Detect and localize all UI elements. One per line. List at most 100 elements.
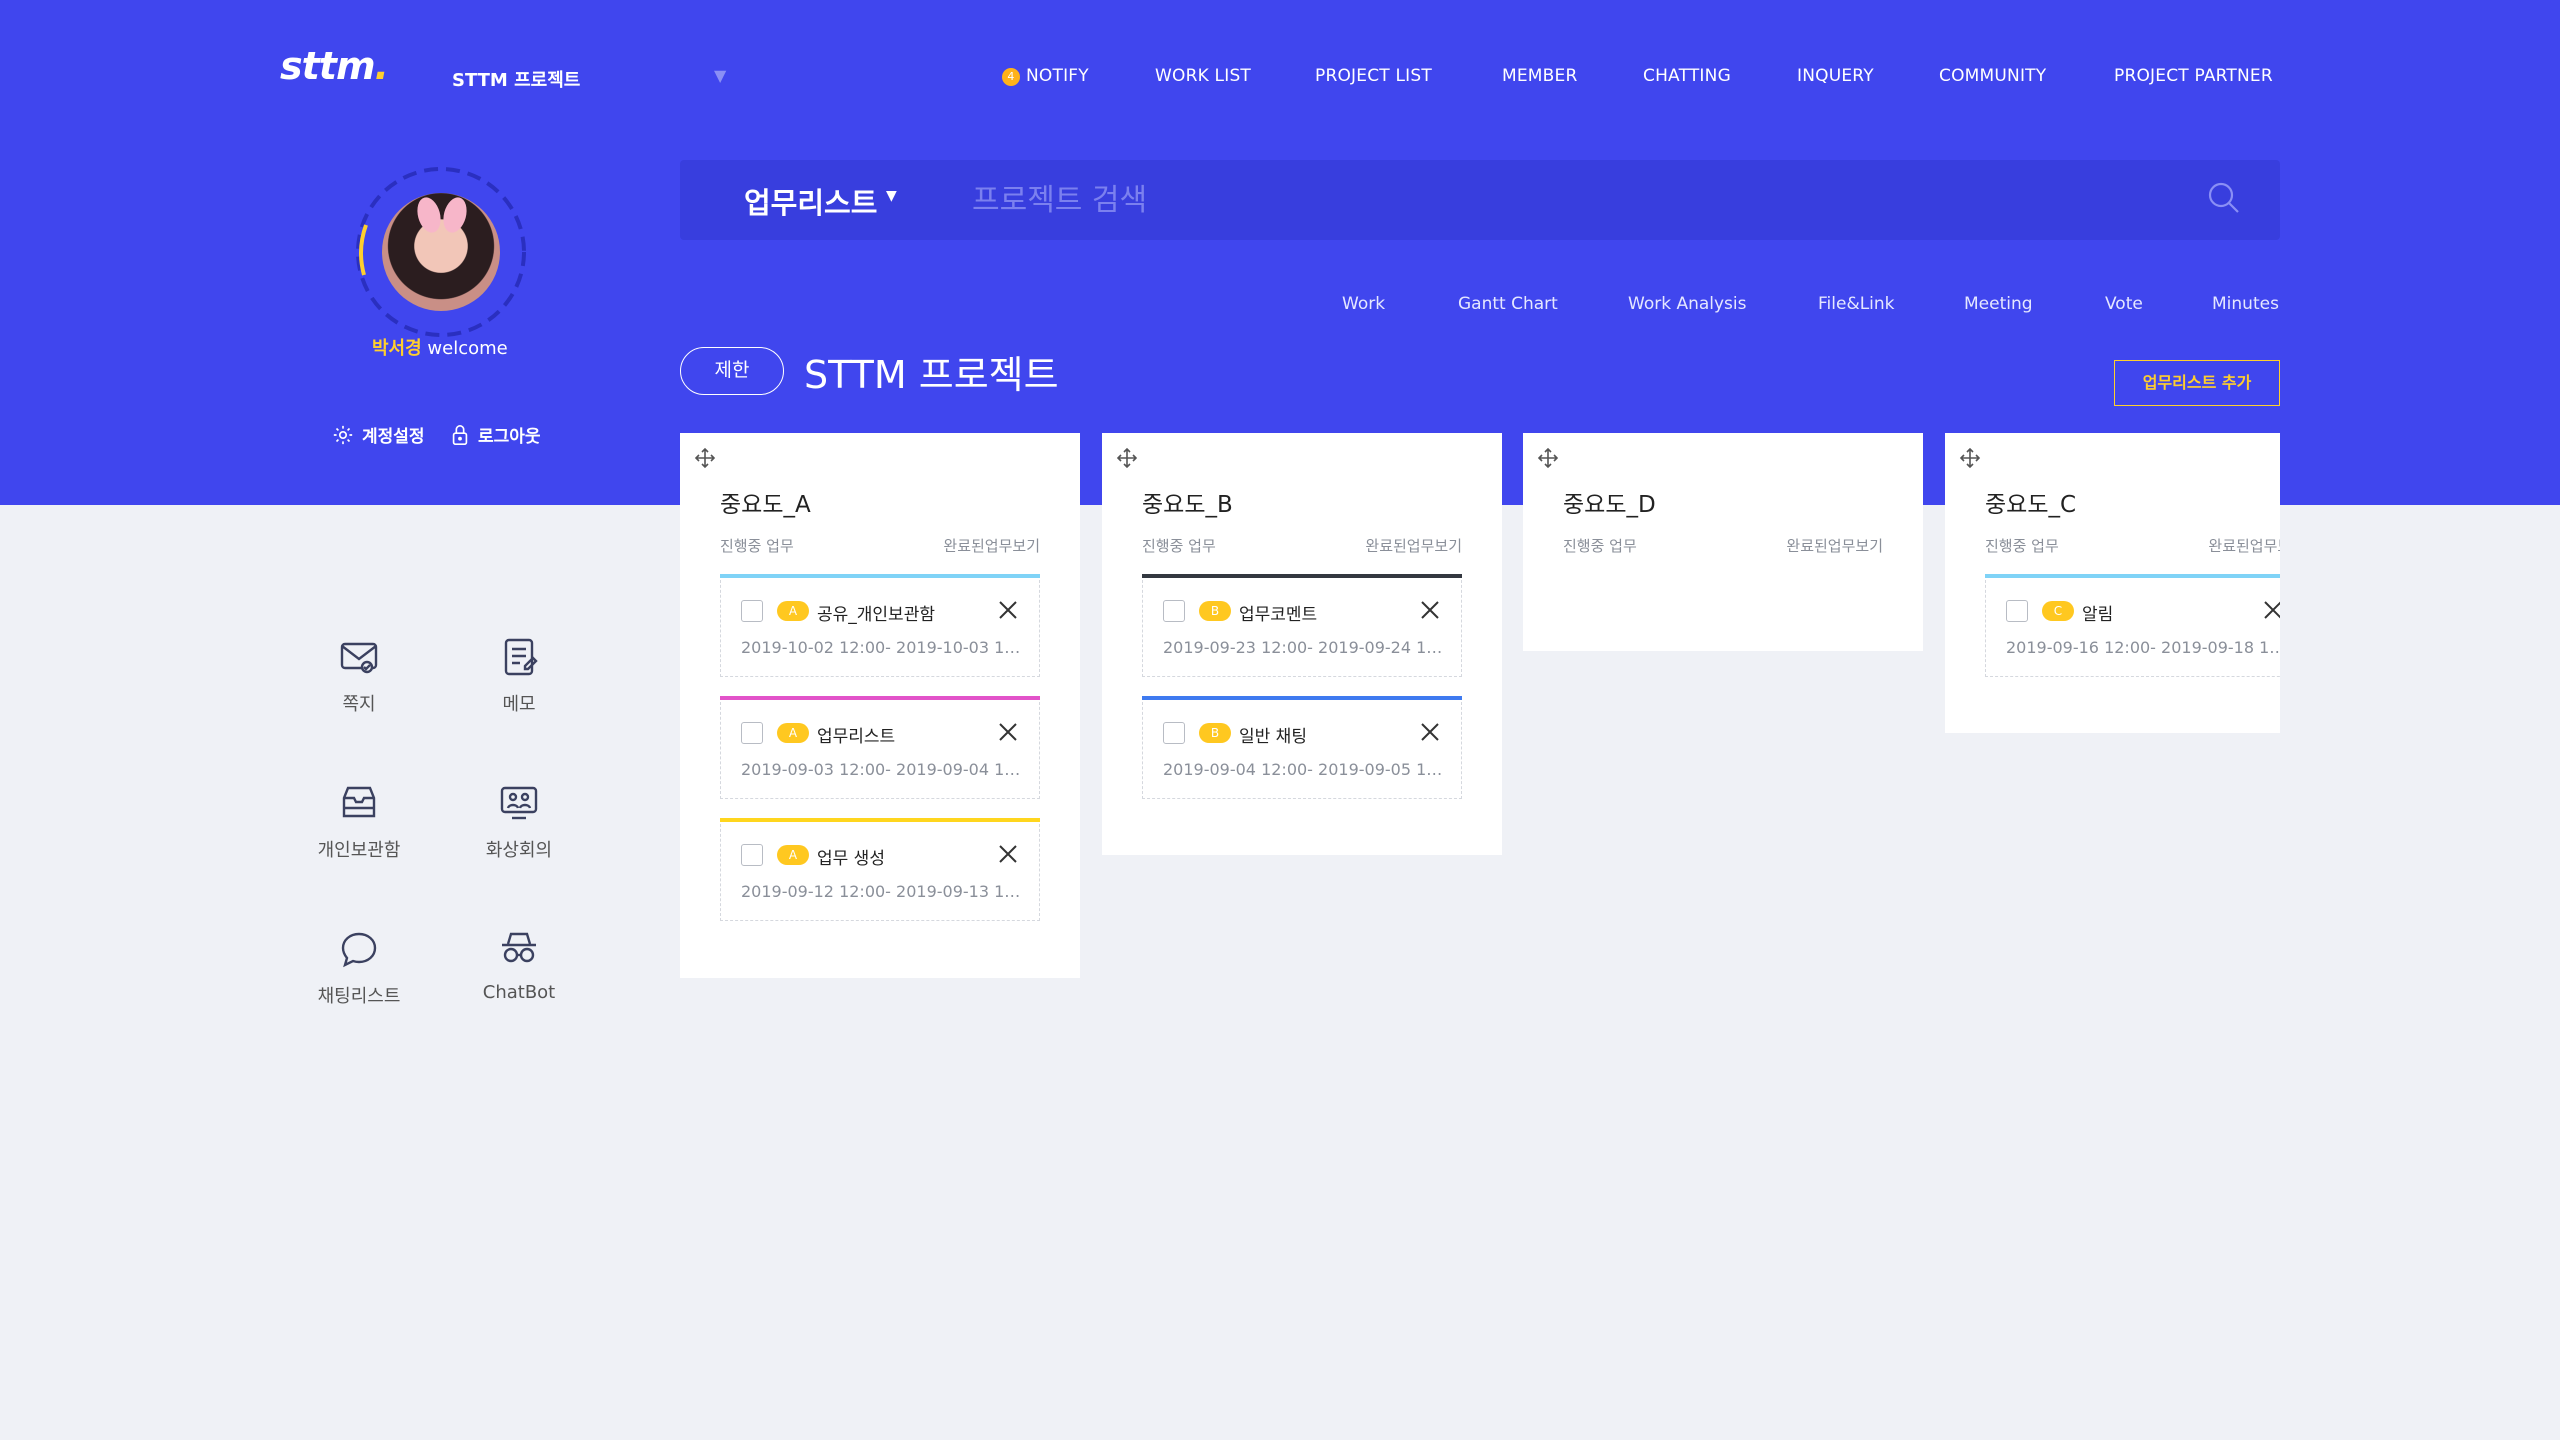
in-progress-label: 진행중 업무 [1142,537,1216,555]
nav-community[interactable]: COMMUNITY [1939,66,2046,86]
card-color-bar [1142,696,1462,700]
chevron-down-icon[interactable]: ▼ [714,66,726,85]
quick-menu-message[interactable]: 쪽지 [289,636,429,716]
task-title: 업무코멘트 [1239,605,1318,625]
nav-inquery[interactable]: INQUERY [1797,66,1874,86]
task-checkbox[interactable] [2006,600,2028,622]
search-icon[interactable] [2206,180,2242,216]
close-icon[interactable] [997,721,1019,743]
task-card[interactable]: A 공유_개인보관함 2019-10-02 12:00- 2019-10-03 … [720,574,1040,677]
tab-work[interactable]: Work [1342,294,1385,314]
task-dates: 2019-09-23 12:00- 2019-09-24 12:00 [1163,638,1447,657]
nav-member[interactable]: MEMBER [1502,66,1578,86]
nav-project-list[interactable]: PROJECT LIST [1315,66,1432,86]
move-handle-icon[interactable] [1959,447,1981,469]
notify-badge: 4 [1002,68,1020,86]
card-color-bar [1985,574,2280,578]
in-progress-label: 진행중 업무 [1563,537,1637,555]
close-icon[interactable] [2262,599,2280,621]
column-title: 중요도_C [1985,492,2077,518]
priority-badge: A [777,723,809,743]
tab-minutes[interactable]: Minutes [2212,294,2279,314]
move-handle-icon[interactable] [1116,447,1138,469]
project-search-input[interactable] [970,174,2170,226]
close-icon[interactable] [1419,721,1441,743]
project-select[interactable]: STTM 프로젝트 [452,66,580,92]
logout-link[interactable]: 로그아웃 [450,422,541,447]
account-settings-link[interactable]: 계정설정 [332,422,425,447]
close-icon[interactable] [997,843,1019,865]
worklist-column: 중요도_A 진행중 업무 완료된업무보기 A 공유_개인보관함 2019-10-… [680,433,1080,978]
nav-work-list[interactable]: WORK LIST [1155,66,1251,86]
tab-gantt-chart[interactable]: Gantt Chart [1458,294,1558,314]
close-icon[interactable] [1419,599,1441,621]
chat-icon [341,932,377,968]
task-dates: 2019-09-16 12:00- 2019-09-18 12:00 [2006,638,2280,657]
task-card[interactable]: B 업무코멘트 2019-09-23 12:00- 2019-09-24 12:… [1142,574,1462,677]
nav-chatting[interactable]: CHATTING [1643,66,1731,86]
priority-badge: B [1199,601,1231,621]
priority-badge: A [777,601,809,621]
task-card[interactable]: A 업무리스트 2019-09-03 12:00- 2019-09-04 12:… [720,696,1040,799]
card-color-bar [720,818,1040,822]
search-bar: 업무리스트 ▼ [680,160,2280,240]
task-card[interactable]: A 업무 생성 2019-09-12 12:00- 2019-09-13 12:… [720,818,1040,921]
task-card[interactable]: C 알림 2019-09-16 12:00- 2019-09-18 12:00 [1985,574,2280,677]
task-dates: 2019-10-02 12:00- 2019-10-03 12:00 [741,638,1025,657]
in-progress-label: 진행중 업무 [1985,537,2059,555]
filter-button[interactable]: 제한 [680,347,784,395]
view-done-link[interactable]: 완료된업무보기 [1786,535,1883,556]
view-done-link[interactable]: 완료된업무보기 [1365,535,1462,556]
card-color-bar [720,574,1040,578]
avatar[interactable] [382,193,500,311]
priority-badge: A [777,845,809,865]
add-worklist-button[interactable]: 업무리스트 추가 [2114,360,2280,406]
archive-icon [342,786,376,818]
task-title: 공유_개인보관함 [817,605,935,625]
move-handle-icon[interactable] [1537,447,1559,469]
task-card[interactable]: B 일반 채팅 2019-09-04 12:00- 2019-09-05 12:… [1142,696,1462,799]
quick-menu-archive[interactable]: 개인보관함 [289,782,429,862]
priority-badge: B [1199,723,1231,743]
card-color-bar [1142,574,1462,578]
mail-icon [340,642,378,674]
move-handle-icon[interactable] [694,447,716,469]
task-dates: 2019-09-12 12:00- 2019-09-13 12:00 [741,882,1025,901]
task-title: 알림 [2082,605,2114,625]
tab-meeting[interactable]: Meeting [1964,294,2033,314]
welcome-text: 박서경 welcome [372,338,508,359]
quick-menu-video-meeting[interactable]: 화상회의 [449,782,589,862]
quick-menu-chatbot[interactable]: ChatBot [449,928,589,1003]
in-progress-label: 진행중 업무 [720,537,794,555]
memo-icon [504,638,538,676]
page-title: STTM 프로젝트 [804,353,1059,397]
nav-project-partner[interactable]: PROJECT PARTNER [2114,66,2273,86]
nav-notify[interactable]: 4 NOTIFY [1002,66,1089,86]
view-done-link[interactable]: 완료된업무보기 [943,535,1040,556]
task-title: 업무리스트 [817,727,896,747]
chevron-down-icon[interactable]: ▼ [886,188,897,204]
quick-menu-memo[interactable]: 메모 [449,636,589,716]
task-title: 일반 채팅 [1239,727,1307,747]
close-icon[interactable] [997,599,1019,621]
search-mode-select[interactable]: 업무리스트 [744,180,877,222]
task-checkbox[interactable] [741,722,763,744]
tab-file-link[interactable]: File&Link [1818,294,1895,314]
lock-icon [452,424,468,445]
task-checkbox[interactable] [1163,600,1185,622]
task-checkbox[interactable] [1163,722,1185,744]
column-title: 중요도_A [720,492,811,518]
priority-badge: C [2042,601,2074,621]
column-title: 중요도_D [1563,492,1656,518]
sttm-logo[interactable]: sttm. [280,44,389,88]
task-checkbox[interactable] [741,600,763,622]
view-done-link[interactable]: 완료된업무보기 [2208,535,2280,556]
task-dates: 2019-09-03 12:00- 2019-09-04 12:00 [741,760,1025,779]
tab-work-analysis[interactable]: Work Analysis [1628,294,1747,314]
quick-menu-chat-list[interactable]: 채팅리스트 [289,928,429,1008]
worklist-column: 중요도_B 진행중 업무 완료된업무보기 B 업무코멘트 2019-09-23 … [1102,433,1502,855]
task-checkbox[interactable] [741,844,763,866]
tab-vote[interactable]: Vote [2105,294,2143,314]
task-dates: 2019-09-04 12:00- 2019-09-05 12:00 [1163,760,1447,779]
worklist-column: 중요도_D 진행중 업무 완료된업무보기 [1523,433,1923,651]
